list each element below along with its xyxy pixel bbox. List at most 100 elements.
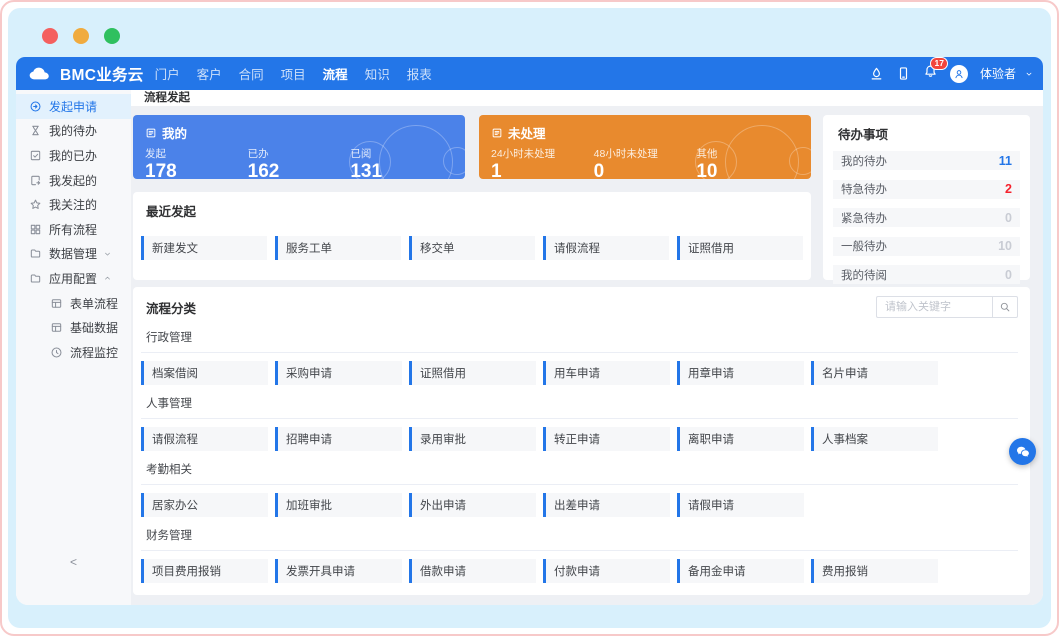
chevron-down-icon[interactable] [1024, 69, 1034, 79]
sidebar-item[interactable]: 基础数据 [16, 315, 131, 340]
sidebar-item[interactable]: 我发起的 [16, 168, 131, 193]
todo-row[interactable]: 特急待办2 [833, 180, 1020, 199]
sidebar-item-label: 流程监控 [70, 344, 118, 361]
cloud-logo-icon [28, 66, 53, 81]
stat-value: 162 [248, 161, 351, 179]
nav-item[interactable]: 项目 [281, 64, 306, 83]
doc-send-icon [29, 174, 42, 187]
sidebar-item[interactable]: 流程监控 [16, 340, 131, 365]
app-window: BMC业务云 门户客户合同项目流程知识报表 17 体验者 [16, 57, 1043, 605]
stat-col: 48小时未处理0 [594, 146, 697, 179]
category-item[interactable]: 招聘申请 [275, 427, 402, 451]
nav-item[interactable]: 流程 [323, 64, 348, 83]
category-name: 行政管理 [146, 329, 1018, 345]
todo-row[interactable]: 我的待办11 [833, 151, 1020, 170]
search-button[interactable] [992, 296, 1018, 318]
category-item[interactable]: 采购申请 [275, 361, 402, 385]
theme-icon[interactable] [869, 66, 884, 81]
stat-value: 131 [350, 161, 453, 179]
categories-title: 流程分类 [146, 298, 196, 317]
recent-panel-title: 最近发起 [146, 201, 803, 220]
header-actions: 17 体验者 [869, 64, 1034, 84]
category-section: 人事管理请假流程招聘申请录用审批转正申请离职申请人事档案 [141, 395, 1018, 451]
stat-value: 10 [696, 161, 799, 179]
keyword-search-input[interactable] [876, 296, 992, 318]
stat-col: 发起178 [145, 146, 248, 179]
divider [141, 352, 1018, 353]
nav-item[interactable]: 报表 [407, 64, 432, 83]
unprocessed-stats-card-title: 未处理 [508, 123, 546, 142]
stat-col: 已阅131 [350, 146, 453, 179]
initiate-icon [29, 100, 42, 113]
category-item[interactable]: 出差申请 [543, 493, 670, 517]
stat-label: 其他 [696, 146, 799, 161]
category-item[interactable]: 用章申请 [677, 361, 804, 385]
sidebar-item[interactable]: 我的已办 [16, 143, 131, 168]
sidebar-item[interactable]: 数据管理 [16, 242, 131, 267]
mobile-icon[interactable] [896, 66, 911, 81]
category-item[interactable]: 借款申请 [409, 559, 536, 583]
sidebar-item[interactable]: 我的待办 [16, 119, 131, 144]
sidebar-item[interactable]: 应用配置 [16, 266, 131, 291]
category-item[interactable]: 人事档案 [811, 427, 938, 451]
stat-label: 已办 [248, 146, 351, 161]
recent-item[interactable]: 服务工单 [275, 236, 401, 260]
todo-row[interactable]: 一般待办10 [833, 237, 1020, 256]
close-window-button[interactable] [42, 28, 58, 44]
todo-value: 0 [1005, 268, 1012, 282]
folder-icon [29, 272, 42, 285]
category-item[interactable]: 用车申请 [543, 361, 670, 385]
unprocessed-stats-card[interactable]: 未处理 24小时未处理148小时未处理0其他10 [479, 115, 811, 179]
recent-item[interactable]: 移交单 [409, 236, 535, 260]
category-item[interactable]: 项目费用报销 [141, 559, 268, 583]
sidebar-item[interactable]: 所有流程 [16, 217, 131, 242]
category-item[interactable]: 转正申请 [543, 427, 670, 451]
category-item[interactable]: 请假流程 [141, 427, 268, 451]
minimize-window-button[interactable] [73, 28, 89, 44]
content: 我的 发起178已办162已阅131 [131, 106, 1043, 605]
recent-item[interactable]: 请假流程 [543, 236, 669, 260]
todo-value: 0 [1005, 211, 1012, 225]
category-item[interactable]: 发票开具申请 [275, 559, 402, 583]
category-item[interactable]: 名片申请 [811, 361, 938, 385]
todo-row[interactable]: 我的待阅0 [833, 265, 1020, 284]
notifications-button[interactable]: 17 [923, 64, 938, 84]
todo-value: 2 [1005, 182, 1012, 196]
categories-header: 流程分类 [141, 295, 1018, 319]
recent-item[interactable]: 证照借用 [677, 236, 803, 260]
nav-item[interactable]: 门户 [155, 64, 180, 83]
nav-item[interactable]: 知识 [365, 64, 390, 83]
my-stats-card[interactable]: 我的 发起178已办162已阅131 [133, 115, 465, 179]
sidebar-item[interactable]: 表单流程 [16, 291, 131, 316]
category-item[interactable]: 居家办公 [141, 493, 268, 517]
todo-row[interactable]: 紧急待办0 [833, 208, 1020, 227]
app-body: 发起申请我的待办我的已办我发起的我关注的所有流程数据管理应用配置表单流程基础数据… [16, 90, 1043, 605]
category-item[interactable]: 请假申请 [677, 493, 804, 517]
category-item[interactable]: 离职申请 [677, 427, 804, 451]
sidebar-item[interactable]: 发起申请 [16, 94, 131, 119]
category-item[interactable]: 档案借阅 [141, 361, 268, 385]
sidebar-collapse-button[interactable]: < [16, 555, 131, 569]
category-section: 财务管理项目费用报销发票开具申请借款申请付款申请备用金申请费用报销 [141, 527, 1018, 583]
category-item[interactable]: 证照借用 [409, 361, 536, 385]
user-name[interactable]: 体验者 [980, 65, 1016, 82]
category-item[interactable]: 录用审批 [409, 427, 536, 451]
recent-item[interactable]: 新建发文 [141, 236, 267, 260]
todo-label: 一般待办 [841, 238, 887, 254]
category-item[interactable]: 外出申请 [409, 493, 536, 517]
stat-value: 0 [594, 161, 697, 179]
nav-item[interactable]: 合同 [239, 64, 264, 83]
sidebar-item-label: 我的已办 [49, 147, 97, 164]
sidebar-item[interactable]: 我关注的 [16, 192, 131, 217]
my-stats-card-title: 我的 [162, 123, 187, 142]
breadcrumb: 流程发起 [131, 90, 1043, 106]
category-item[interactable]: 付款申请 [543, 559, 670, 583]
recent-panel: 最近发起 新建发文服务工单移交单请假流程证照借用 [133, 192, 811, 280]
avatar[interactable] [950, 65, 968, 83]
category-item[interactable]: 备用金申请 [677, 559, 804, 583]
nav-item[interactable]: 客户 [197, 64, 222, 83]
category-item[interactable]: 费用报销 [811, 559, 938, 583]
category-item[interactable]: 加班审批 [275, 493, 402, 517]
wechat-float-button[interactable] [1009, 438, 1036, 465]
maximize-window-button[interactable] [104, 28, 120, 44]
